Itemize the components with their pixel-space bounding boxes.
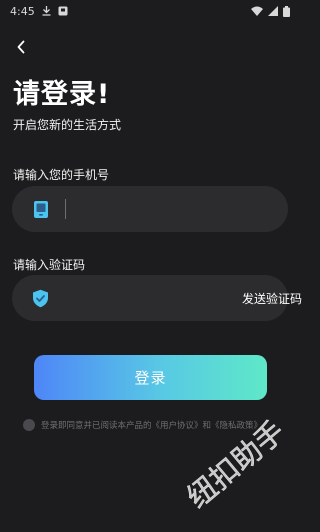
send-code-button[interactable]: 发送验证码 (242, 290, 312, 307)
privacy-policy-link[interactable]: 《隐私政策》 (211, 419, 262, 431)
battery-icon (283, 5, 290, 17)
login-button[interactable]: 登录 (34, 355, 267, 400)
signal-icon (268, 6, 278, 16)
page-title: 请登录! (13, 79, 111, 110)
status-time: 4:45 (10, 4, 35, 18)
user-agreement-link[interactable]: 《用户协议》 (152, 419, 203, 431)
chevron-left-icon (17, 40, 25, 54)
back-button[interactable] (10, 36, 32, 58)
agreement-checkbox[interactable] (23, 419, 35, 431)
wifi-icon (251, 6, 263, 16)
agreement-and: 和 (202, 421, 212, 431)
code-input[interactable] (64, 275, 242, 321)
phone-field-label: 请输入您的手机号 (13, 168, 110, 182)
phone-input[interactable] (66, 186, 288, 232)
shield-check-icon (32, 288, 49, 308)
page-subtitle: 开启您新的生活方式 (13, 118, 122, 132)
agreement-prefix: 登录即同意并已阅读本产品的 (41, 421, 152, 431)
phone-input-container[interactable] (12, 186, 288, 232)
phone-icon (32, 199, 50, 219)
login-screen: 4:45 请登录! 开启您新的生活方式 请输入您的手机号 请输入验证码 发送验证… (0, 0, 302, 532)
agreement-row: 登录即同意并已阅读本产品的 《用户协议》 和 《隐私政策》 (23, 419, 262, 431)
status-bar: 4:45 (0, 0, 300, 22)
code-input-container[interactable]: 发送验证码 (12, 275, 302, 321)
notification-icon (58, 6, 68, 16)
download-icon (42, 6, 51, 16)
code-field-label: 请输入验证码 (13, 258, 86, 272)
